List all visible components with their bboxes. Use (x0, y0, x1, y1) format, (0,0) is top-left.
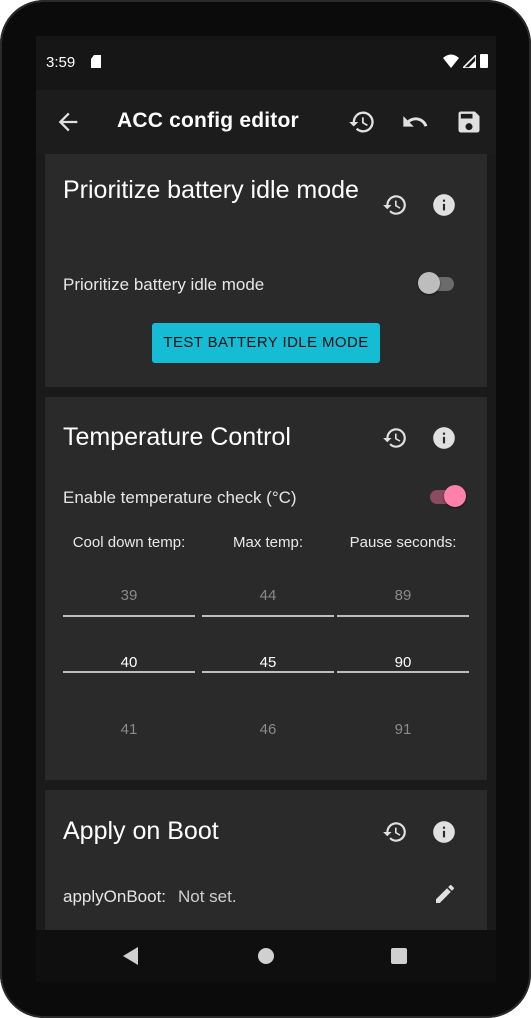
pause-seconds-header: Pause seconds: (349, 534, 457, 551)
nav-recents-icon[interactable] (391, 948, 407, 964)
info-icon[interactable] (431, 192, 457, 218)
history-restore-icon[interactable] (382, 425, 408, 451)
max-temp-picker[interactable]: 44 45 46 (202, 567, 334, 767)
apply-on-boot-key: applyOnBoot: (63, 887, 167, 906)
temperature-check-switch[interactable] (426, 485, 466, 509)
status-icons (443, 54, 488, 68)
cool-down-picker[interactable]: 39 40 41 (63, 567, 195, 767)
undo-icon[interactable] (401, 108, 429, 136)
picker-value-selected[interactable]: 45 (202, 654, 334, 671)
history-restore-icon[interactable] (382, 192, 408, 218)
system-nav-bar (36, 930, 496, 982)
picker-divider (202, 671, 334, 673)
card-title: Apply on Boot (63, 817, 219, 845)
picker-value-above[interactable]: 39 (63, 587, 195, 604)
page-title: ACC config editor (117, 109, 299, 132)
status-bar: 3:59 (36, 36, 496, 90)
picker-divider (337, 671, 469, 673)
nav-home-icon[interactable] (258, 948, 274, 964)
picker-divider (202, 615, 334, 617)
phone-frame: 3:59 ACC config editor Prioritize batter… (0, 0, 531, 1018)
wifi-icon (443, 54, 459, 68)
idle-toggle-label: Prioritize battery idle mode (63, 275, 265, 294)
picker-divider (63, 671, 195, 673)
cool-down-header: Cool down temp: (72, 534, 186, 551)
temp-toggle-label: Enable temperature check (°C) (63, 488, 297, 507)
back-arrow-icon[interactable] (54, 108, 82, 136)
picker-value-below[interactable]: 91 (337, 721, 469, 738)
switch-thumb (418, 272, 440, 294)
save-icon[interactable] (455, 108, 483, 136)
card-title: Temperature Control (63, 423, 291, 451)
history-restore-icon[interactable] (348, 108, 376, 136)
pause-seconds-picker[interactable]: 89 90 91 (337, 567, 469, 767)
status-time: 3:59 (46, 54, 76, 71)
screen: 3:59 ACC config editor Prioritize batter… (36, 36, 496, 982)
edit-pencil-icon[interactable] (433, 882, 457, 906)
picker-value-selected[interactable]: 90 (337, 654, 469, 671)
apply-on-boot-value: Not set. (178, 887, 237, 906)
battery-icon (480, 54, 488, 68)
card-title: Prioritize battery idle mode (63, 176, 359, 204)
info-icon[interactable] (431, 819, 457, 845)
picker-value-above[interactable]: 89 (337, 587, 469, 604)
sd-card-icon (91, 55, 101, 68)
app-bar: ACC config editor (36, 90, 496, 154)
picker-value-selected[interactable]: 40 (63, 654, 195, 671)
info-icon[interactable] (431, 425, 457, 451)
max-temp-header: Max temp: (232, 534, 304, 551)
idle-mode-switch[interactable] (418, 272, 458, 296)
picker-divider (337, 615, 469, 617)
settings-list[interactable]: Prioritize battery idle mode Prioritize … (36, 154, 496, 950)
test-battery-idle-button[interactable]: TEST BATTERY IDLE MODE (152, 323, 380, 363)
signal-icon (463, 54, 476, 68)
nav-back-icon[interactable] (123, 947, 138, 965)
picker-value-below[interactable]: 46 (202, 721, 334, 738)
history-restore-icon[interactable] (382, 819, 408, 845)
card-battery-idle: Prioritize battery idle mode Prioritize … (45, 154, 487, 387)
switch-thumb (444, 485, 466, 507)
picker-value-above[interactable]: 44 (202, 587, 334, 604)
picker-divider (63, 615, 195, 617)
picker-value-below[interactable]: 41 (63, 721, 195, 738)
card-temperature-control: Temperature Control Enable temperature c… (45, 397, 487, 780)
card-apply-on-boot: Apply on Boot applyOnBoot: Not set. (45, 790, 487, 950)
